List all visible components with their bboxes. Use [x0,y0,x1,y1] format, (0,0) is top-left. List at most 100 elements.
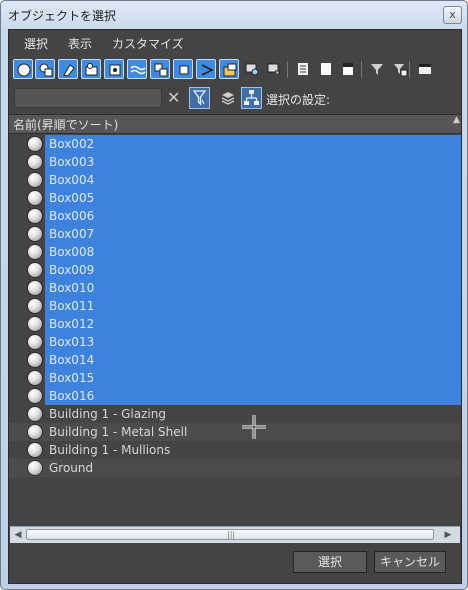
row-highlight [45,315,461,333]
object-sphere-icon [28,425,42,439]
row-highlight [45,243,461,261]
search-input[interactable] [14,88,162,108]
clear-search-icon[interactable]: ✕ [167,90,180,106]
list-item[interactable]: Building 1 - Mullions [9,441,461,459]
bones-filter-button[interactable] [196,59,216,79]
list-item[interactable]: Box007 [9,225,461,243]
object-sphere-icon [28,155,42,169]
object-sphere-icon [28,461,42,475]
scrollbar-thumb[interactable]: ||| [26,529,434,540]
object-name: Building 1 - Glazing [49,407,166,421]
row-highlight [45,459,461,477]
filter-toolbar [9,56,461,84]
select-button[interactable]: 選択 [293,551,367,573]
groups-filter-button[interactable] [150,59,170,79]
containers-filter-button[interactable] [219,59,239,79]
list-none-button[interactable] [316,59,336,79]
scrollbar-grip: ||| [227,530,236,539]
toolbar-separator [287,61,288,78]
list-item[interactable]: Box012 [9,315,461,333]
object-name: Box004 [49,173,95,187]
frozen-filter-button[interactable] [242,59,262,79]
close-button[interactable]: x [443,6,462,24]
list-item[interactable]: Box011 [9,297,461,315]
helpers-filter-button[interactable] [104,59,124,79]
xrefs-filter-button[interactable] [173,59,193,79]
object-sphere-icon [28,299,42,313]
row-highlight [45,369,461,387]
object-name: Box007 [49,227,95,241]
list-item[interactable]: Box005 [9,189,461,207]
hierarchy-icon [244,90,259,105]
row-highlight [45,297,461,315]
row-highlight [45,153,461,171]
filter-icon [371,64,383,75]
object-name: Box008 [49,245,95,259]
list-item[interactable]: Box015 [9,369,461,387]
filter-settings-button[interactable] [390,59,410,79]
filter-button[interactable] [367,59,387,79]
bones-filter-icon [201,64,214,76]
lights-filter-icon [63,64,75,77]
list-item[interactable]: Box009 [9,261,461,279]
list-item[interactable]: Box008 [9,243,461,261]
row-highlight [45,387,461,405]
list-invert-icon [343,63,353,75]
row-highlight [45,135,461,153]
object-sphere-icon [28,353,42,367]
object-name: Box009 [49,263,95,277]
find-filter-toggle-button[interactable] [189,87,210,109]
containers-filter-icon [223,63,237,77]
close-icon: x [449,8,456,21]
object-name: Box003 [49,155,95,169]
object-name: Box002 [49,137,95,151]
list-item[interactable]: Box016 [9,387,461,405]
collapse-button[interactable] [415,59,435,79]
scroll-right-icon[interactable]: ▶ [442,529,454,541]
lights-filter-button[interactable] [58,59,78,79]
list-item[interactable]: Building 1 - Glazing [9,405,461,423]
horizontal-scrollbar[interactable]: ◀ ||| ▶ [10,526,460,543]
list-item[interactable]: Building 1 - Metal Shell [9,423,461,441]
cancel-button[interactable]: キャンセル [374,551,446,573]
object-name: Box010 [49,281,95,295]
list-item[interactable]: Box014 [9,351,461,369]
object-list[interactable]: Box002 Box003 Box004 Box005 Box006 Box007 Box0… [9,134,461,526]
object-name: Box006 [49,209,95,223]
dialog-body: 選択 表示 カスタマイズ ✕ 選択の設定: 名前(昇順でソート) ▲ Box00… [8,29,462,584]
name-column-header[interactable]: 名前(昇順でソート) ▲ [9,114,461,134]
list-item[interactable]: Box002 [9,135,461,153]
shapes-filter-button[interactable] [35,59,55,79]
menu-select[interactable]: 選択 [24,35,48,52]
object-name: Ground [49,461,94,475]
object-sphere-icon [28,191,42,205]
list-all-button[interactable] [293,59,313,79]
object-sphere-icon [28,173,42,187]
geometry-filter-button[interactable] [13,59,33,79]
list-item[interactable]: Box006 [9,207,461,225]
list-item[interactable]: Box004 [9,171,461,189]
list-item[interactable]: Box013 [9,333,461,351]
cameras-filter-button[interactable] [81,59,101,79]
toolbar-separator [409,61,410,78]
space-warps-filter-button[interactable] [127,59,147,79]
object-name: Box014 [49,353,95,367]
menu-customize[interactable]: カスタマイズ [112,35,184,52]
name-column-title: 名前(昇順でソート) [13,118,119,132]
title-bar[interactable]: オブジェクトを選択 x [1,1,467,29]
row-highlight [45,225,461,243]
scroll-left-icon[interactable]: ◀ [12,529,24,541]
layers-icon[interactable] [220,90,236,106]
list-item[interactable]: Ground [9,459,461,477]
list-invert-button[interactable] [338,59,358,79]
hierarchy-toggle-button[interactable] [241,87,262,109]
list-item[interactable]: Box010 [9,279,461,297]
object-name: Building 1 - Mullions [49,443,171,457]
filter-funnel-icon [192,90,207,106]
object-sphere-icon [28,227,42,241]
menu-display[interactable]: 表示 [68,35,92,52]
filter-bar: ✕ 選択の設定: [9,84,461,114]
hidden-filter-button[interactable] [264,59,284,79]
list-item[interactable]: Box003 [9,153,461,171]
object-sphere-icon [28,443,42,457]
